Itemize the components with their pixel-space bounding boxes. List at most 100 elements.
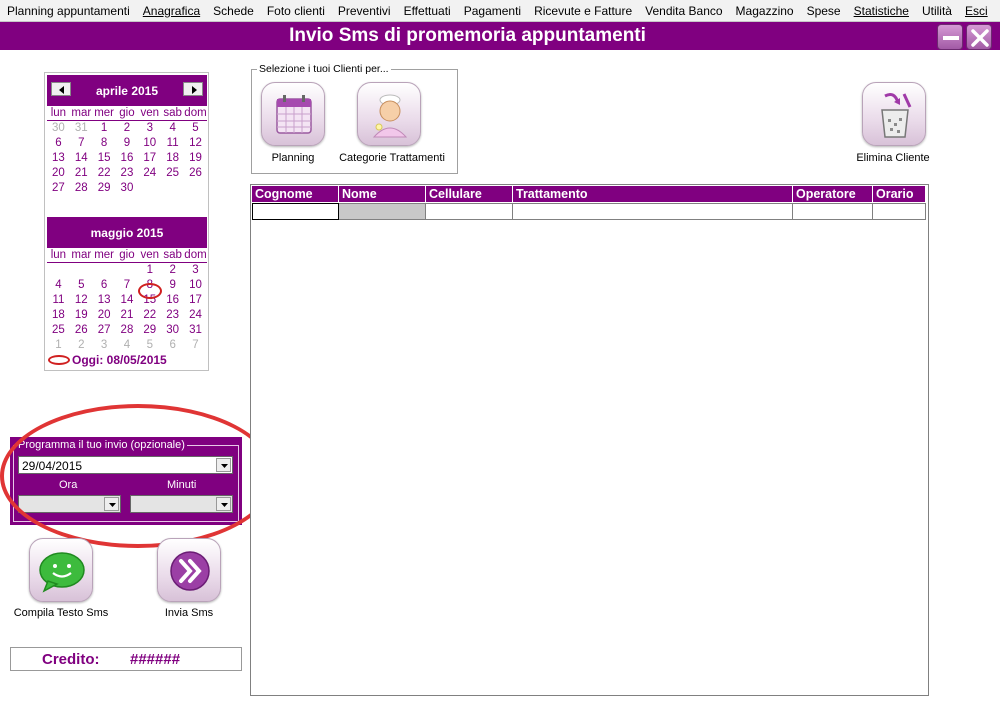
calendar-day[interactable]: 27 xyxy=(47,182,70,194)
calendar-day[interactable]: 9 xyxy=(116,137,139,149)
minuti-select[interactable] xyxy=(130,495,233,513)
minimize-button[interactable] xyxy=(937,24,963,50)
calendar-day[interactable]: 20 xyxy=(47,167,70,179)
calendar-day[interactable]: 31 xyxy=(184,324,207,336)
calendar-day[interactable]: 1 xyxy=(93,122,116,134)
calendar-day[interactable]: 8 xyxy=(93,137,116,149)
calendar-day[interactable]: 11 xyxy=(161,137,184,149)
calendar-day[interactable]: 23 xyxy=(161,309,184,321)
column-header-cognome[interactable]: Cognome xyxy=(252,186,339,202)
calendar-day[interactable]: 13 xyxy=(47,152,70,164)
calendar-day[interactable]: 11 xyxy=(47,294,70,306)
menu-item-effettuati[interactable]: Effettuati xyxy=(404,4,451,18)
menu-item-pagamenti[interactable]: Pagamenti xyxy=(464,4,521,18)
calendar-day[interactable]: 25 xyxy=(47,324,70,336)
calendar-day[interactable]: 4 xyxy=(116,339,139,351)
table-cell-orario[interactable] xyxy=(873,203,926,220)
menu-item-utilit-[interactable]: Utilità xyxy=(922,4,952,18)
calendar-day[interactable]: 27 xyxy=(93,324,116,336)
next-month-button[interactable] xyxy=(183,82,203,96)
schedule-date-select[interactable]: 29/04/2015 xyxy=(18,456,233,474)
calendar-day[interactable]: 10 xyxy=(138,137,161,149)
calendar-day[interactable]: 22 xyxy=(93,167,116,179)
calendar-day[interactable]: 3 xyxy=(138,122,161,134)
column-header-operatore[interactable]: Operatore xyxy=(793,186,873,202)
calendar-day[interactable]: 21 xyxy=(116,309,139,321)
table-cell-operatore[interactable] xyxy=(793,203,873,220)
calendar-day[interactable]: 30 xyxy=(116,182,139,194)
calendar-day[interactable]: 2 xyxy=(161,264,184,276)
calendar-day[interactable]: 4 xyxy=(47,279,70,291)
calendar-day[interactable]: 5 xyxy=(70,279,93,291)
column-header-orario[interactable]: Orario xyxy=(873,186,926,202)
calendar-day[interactable]: 14 xyxy=(116,294,139,306)
calendar-day[interactable]: 23 xyxy=(116,167,139,179)
calendar-day[interactable]: 22 xyxy=(138,309,161,321)
calendar-day[interactable]: 29 xyxy=(138,324,161,336)
calendar-day[interactable]: 12 xyxy=(184,137,207,149)
calendar-day[interactable]: 1 xyxy=(138,264,161,276)
menu-item-preventivi[interactable]: Preventivi xyxy=(338,4,391,18)
calendar-day[interactable]: 29 xyxy=(93,182,116,194)
calendar-day[interactable]: 26 xyxy=(70,324,93,336)
calendar-day[interactable]: 3 xyxy=(184,264,207,276)
calendar-day[interactable]: 30 xyxy=(161,324,184,336)
table-cell-cognome[interactable] xyxy=(252,203,339,220)
calendar-day[interactable]: 4 xyxy=(161,122,184,134)
menu-item-anagrafica[interactable]: Anagrafica xyxy=(143,4,200,18)
calendar-day[interactable]: 9 xyxy=(161,279,184,291)
table-cell-nome[interactable] xyxy=(339,203,426,220)
calendar-day[interactable]: 26 xyxy=(184,167,207,179)
calendar-day[interactable]: 24 xyxy=(184,309,207,321)
calendar-day[interactable]: 6 xyxy=(161,339,184,351)
menu-item-vendita-banco[interactable]: Vendita Banco xyxy=(645,4,722,18)
calendar-day[interactable]: 5 xyxy=(184,122,207,134)
menu-item-ricevute-e-fatture[interactable]: Ricevute e Fatture xyxy=(534,4,632,18)
close-button[interactable] xyxy=(966,24,992,50)
calendar-day[interactable]: 15 xyxy=(93,152,116,164)
invia-sms-button[interactable] xyxy=(157,538,221,602)
calendar-day[interactable]: 3 xyxy=(93,339,116,351)
menu-item-schede[interactable]: Schede xyxy=(213,4,254,18)
calendar-day[interactable]: 13 xyxy=(93,294,116,306)
calendar-day[interactable]: 20 xyxy=(93,309,116,321)
elimina-cliente-button[interactable] xyxy=(862,82,926,146)
calendar-day[interactable]: 19 xyxy=(70,309,93,321)
calendar-day[interactable]: 2 xyxy=(116,122,139,134)
calendar-day[interactable]: 30 xyxy=(47,122,70,134)
calendar-day[interactable]: 6 xyxy=(47,137,70,149)
calendar-day[interactable]: 18 xyxy=(47,309,70,321)
column-header-trattamento[interactable]: Trattamento xyxy=(513,186,793,202)
planning-button[interactable] xyxy=(261,82,325,146)
calendar-day[interactable]: 19 xyxy=(184,152,207,164)
ora-select[interactable] xyxy=(18,495,121,513)
calendar-day[interactable]: 21 xyxy=(70,167,93,179)
calendar-day[interactable]: 31 xyxy=(70,122,93,134)
table-cell-trattamento[interactable] xyxy=(513,203,793,220)
today-label[interactable]: Oggi: 08/05/2015 xyxy=(48,353,167,367)
table-cell-cellulare[interactable] xyxy=(426,203,513,220)
calendar-day[interactable]: 18 xyxy=(161,152,184,164)
calendar-day[interactable]: 7 xyxy=(184,339,207,351)
menu-item-esci[interactable]: Esci xyxy=(965,4,988,18)
compila-sms-button[interactable] xyxy=(29,538,93,602)
table-row[interactable] xyxy=(252,203,926,220)
calendar-day[interactable]: 16 xyxy=(161,294,184,306)
column-header-cellulare[interactable]: Cellulare xyxy=(426,186,513,202)
calendar-day[interactable]: 6 xyxy=(93,279,116,291)
categorie-trattamenti-button[interactable] xyxy=(357,82,421,146)
menu-item-foto-clienti[interactable]: Foto clienti xyxy=(267,4,325,18)
calendar-day[interactable]: 5 xyxy=(138,339,161,351)
calendar-day[interactable]: 28 xyxy=(116,324,139,336)
calendar-day[interactable]: 17 xyxy=(184,294,207,306)
calendar-day[interactable]: 16 xyxy=(116,152,139,164)
calendar-day[interactable]: 2 xyxy=(70,339,93,351)
calendar-day[interactable]: 25 xyxy=(161,167,184,179)
calendar-day[interactable]: 7 xyxy=(70,137,93,149)
calendar-day[interactable]: 24 xyxy=(138,167,161,179)
menu-item-statistiche[interactable]: Statistiche xyxy=(854,4,909,18)
calendar-day[interactable]: 17 xyxy=(138,152,161,164)
calendar-day[interactable]: 1 xyxy=(47,339,70,351)
column-header-nome[interactable]: Nome xyxy=(339,186,426,202)
menu-item-magazzino[interactable]: Magazzino xyxy=(736,4,794,18)
